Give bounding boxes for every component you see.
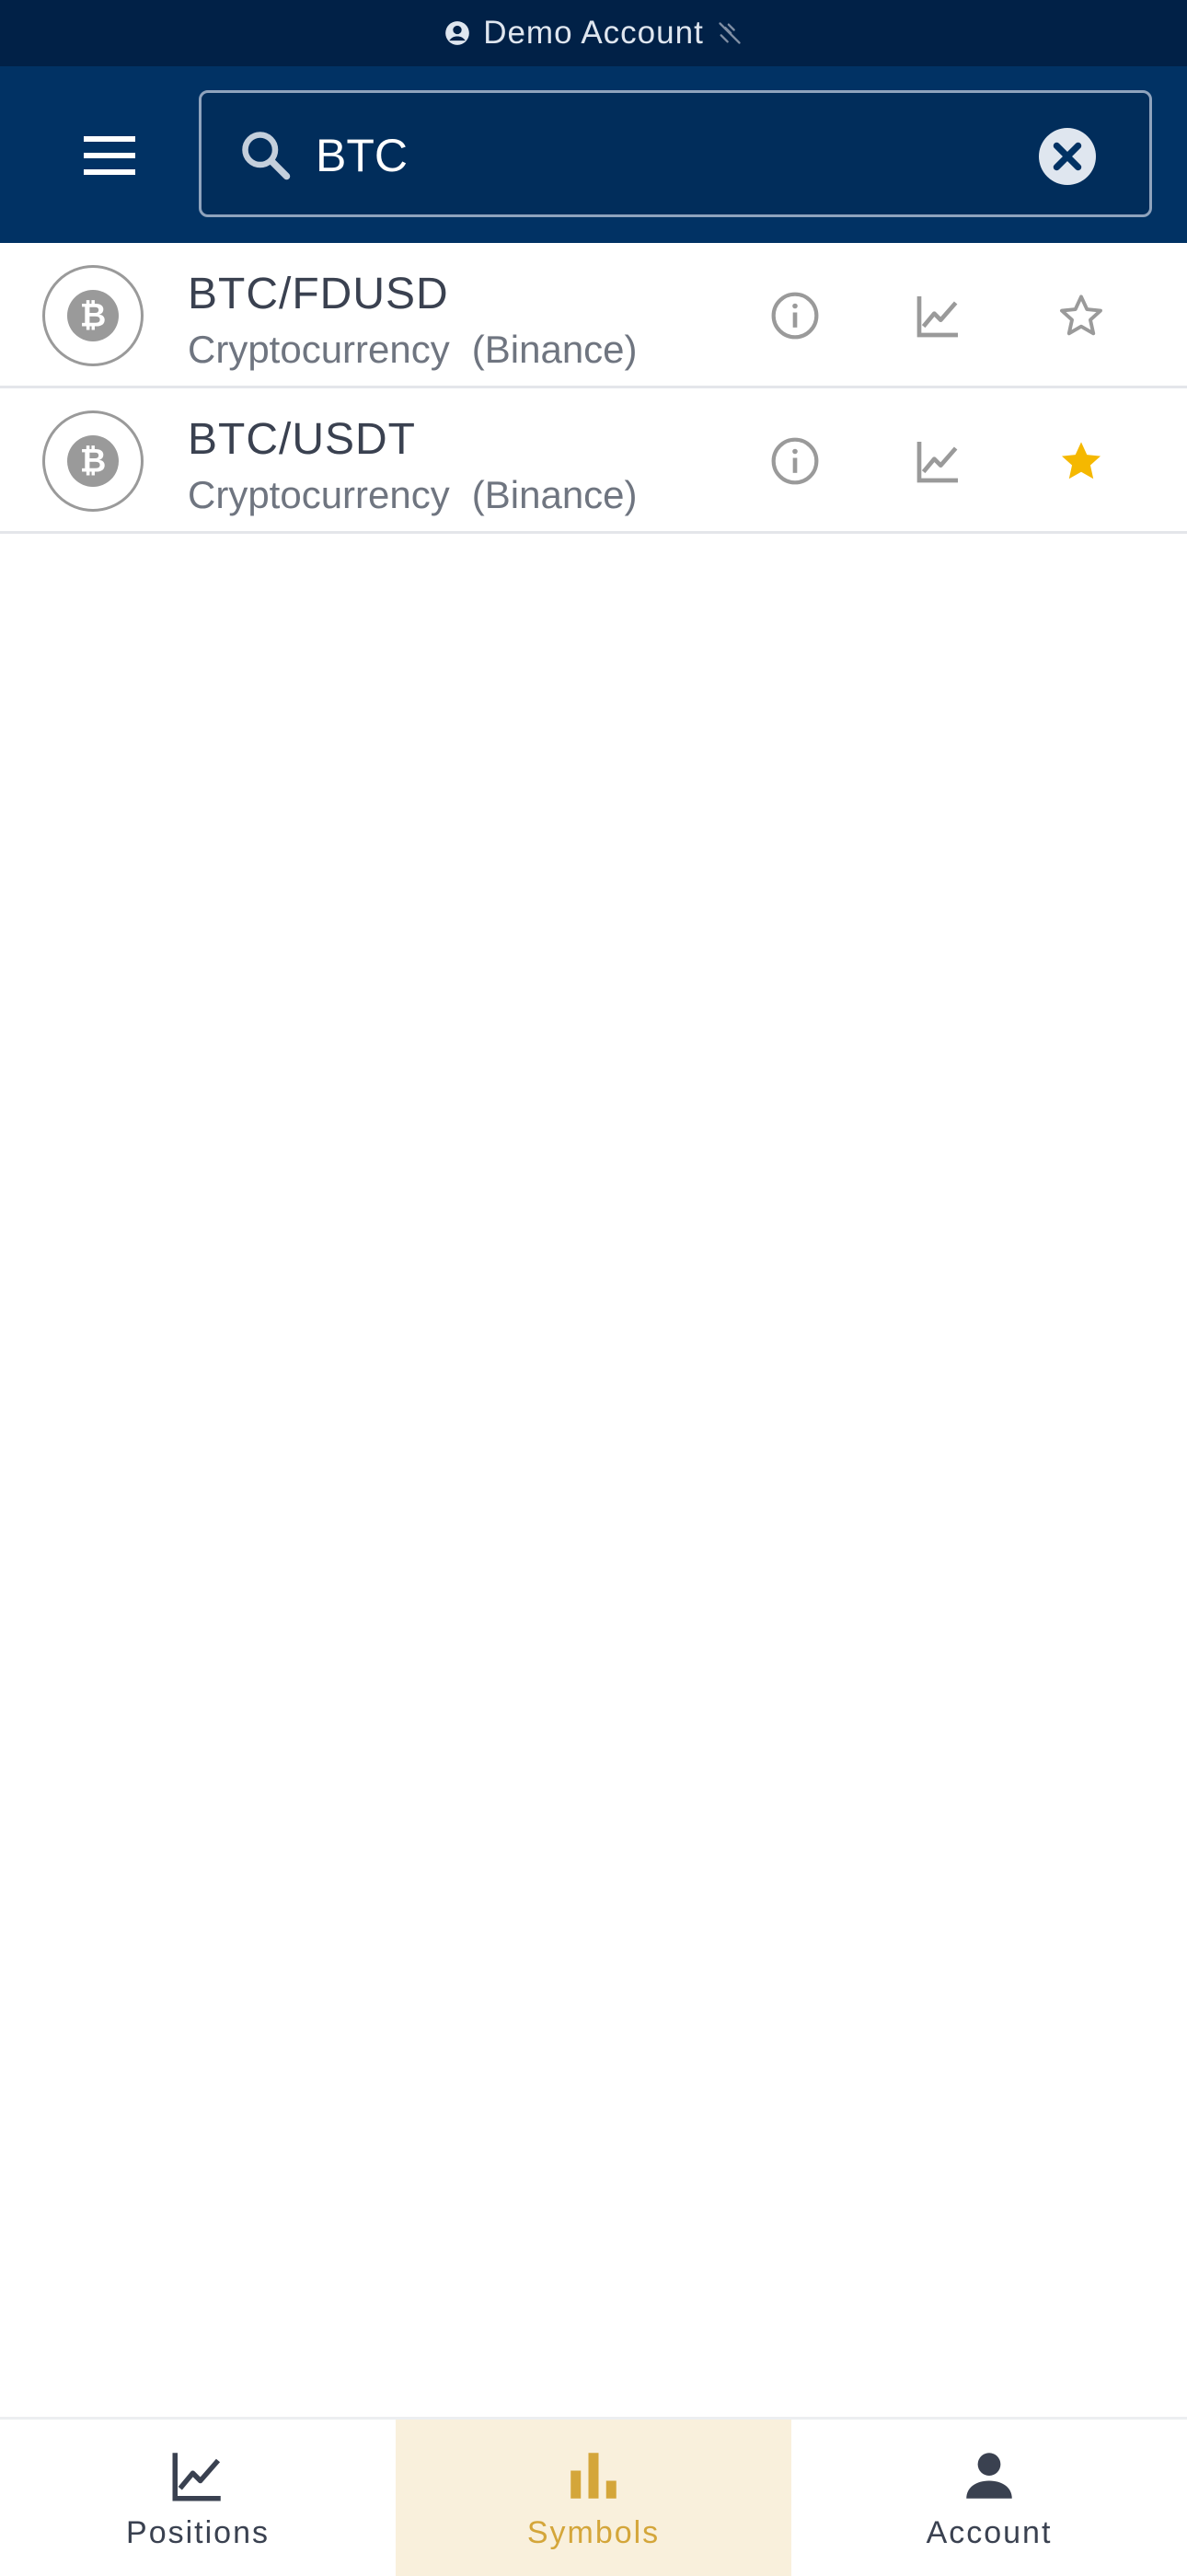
symbol-subtitle: Cryptocurrency (Binance) — [188, 328, 638, 372]
hamburger-menu-icon — [84, 136, 135, 175]
favorite-button[interactable] — [1049, 429, 1113, 493]
app-header — [0, 66, 1187, 243]
info-icon — [771, 437, 819, 485]
bottom-navigation: Positions Symbols Account — [0, 2417, 1187, 2576]
bitcoin-icon: ₿ — [67, 435, 119, 487]
nav-tab-positions[interactable]: Positions — [0, 2420, 396, 2576]
account-mode-label: Demo Account — [483, 15, 704, 51]
symbol-row[interactable]: ₿ BTC/FDUSD Cryptocurrency (Binance) — [0, 243, 1187, 388]
info-icon — [771, 292, 819, 340]
search-input[interactable] — [314, 115, 1017, 196]
nav-tab-label: Positions — [126, 2515, 270, 2550]
symbol-name: BTC/USDT — [188, 415, 416, 464]
symbol-row[interactable]: ₿ BTC/USDT Cryptocurrency (Binance) — [0, 388, 1187, 534]
chart-button[interactable] — [906, 283, 971, 348]
symbol-list: ₿ BTC/FDUSD Cryptocurrency (Binance) ₿ B… — [0, 243, 1187, 534]
search-icon — [242, 132, 291, 180]
svg-text:₿: ₿ — [80, 444, 107, 480]
symbol-name: BTC/FDUSD — [188, 270, 449, 318]
star-outline-icon — [1060, 295, 1102, 336]
line-chart-icon — [916, 296, 958, 338]
star-filled-icon — [1061, 442, 1101, 479]
nav-tab-label: Symbols — [526, 2515, 661, 2550]
line-chart-icon — [916, 442, 958, 483]
clear-search-icon[interactable] — [1039, 128, 1096, 185]
link-off-icon — [719, 22, 741, 44]
person-icon — [966, 2453, 1012, 2499]
nav-tab-account[interactable]: Account — [791, 2420, 1187, 2576]
info-button[interactable] — [763, 429, 827, 493]
symbol-exchange: (Binance) — [471, 473, 638, 516]
info-button[interactable] — [763, 283, 827, 348]
coin-avatar: ₿ — [42, 265, 144, 366]
account-circle-icon — [445, 21, 470, 45]
line-chart-icon — [172, 2453, 221, 2501]
chart-button[interactable] — [906, 429, 971, 493]
symbol-exchange: (Binance) — [471, 328, 638, 371]
search-box — [199, 90, 1152, 217]
nav-tab-label: Account — [926, 2515, 1053, 2550]
symbol-category: Cryptocurrency — [188, 473, 450, 516]
menu-button[interactable] — [68, 114, 151, 197]
symbol-subtitle: Cryptocurrency (Binance) — [188, 473, 638, 517]
svg-text:₿: ₿ — [80, 298, 107, 335]
account-status-bar: Demo Account — [0, 0, 1187, 66]
symbol-category: Cryptocurrency — [188, 328, 450, 371]
coin-avatar: ₿ — [42, 410, 144, 512]
bar-chart-icon — [570, 2453, 617, 2499]
nav-tab-symbols[interactable]: Symbols — [396, 2420, 791, 2576]
favorite-button[interactable] — [1049, 283, 1113, 348]
bitcoin-icon: ₿ — [67, 290, 119, 341]
